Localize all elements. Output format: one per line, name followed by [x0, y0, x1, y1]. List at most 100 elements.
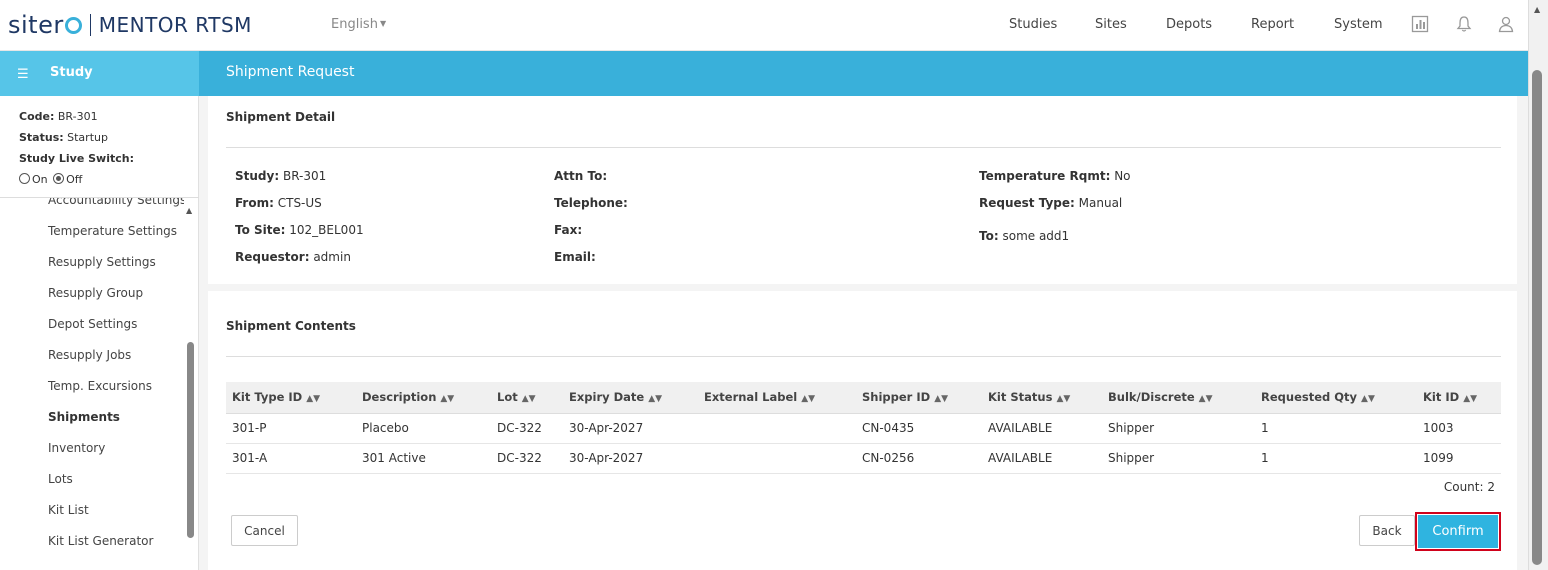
detail-fax: Fax:	[554, 223, 583, 237]
study-info: Code: BR-301 Status: Startup Study Live …	[19, 110, 134, 186]
cancel-button[interactable]: Cancel	[231, 515, 298, 546]
col-shipper-id[interactable]: Shipper ID ▲▼	[856, 382, 982, 414]
detail-attn-to: Attn To:	[554, 169, 608, 183]
sidebar-item-resupply-group[interactable]: Resupply Group	[48, 286, 143, 300]
sort-icon[interactable]: ▲▼	[522, 394, 536, 404]
sort-icon[interactable]: ▲▼	[440, 394, 454, 404]
page-header: Shipment Request	[199, 51, 1528, 96]
logo[interactable]: siter MENTOR RTSM	[8, 10, 252, 40]
col-requested-qty[interactable]: Requested Qty ▲▼	[1255, 382, 1417, 414]
sort-icon[interactable]: ▲▼	[1199, 394, 1213, 404]
shipment-contents-table: Kit Type ID ▲▼ Description ▲▼ Lot ▲▼ Expiry…	[226, 382, 1501, 474]
live-switch-off[interactable]: Off	[53, 173, 82, 186]
cell-bulk-discrete: Shipper	[1102, 413, 1255, 444]
detail-telephone: Telephone:	[554, 196, 628, 210]
sidebar-item-depot-settings[interactable]: Depot Settings	[48, 317, 137, 331]
cell-expiry-date: 30-Apr-2027	[563, 413, 698, 444]
nav-report[interactable]: Report	[1251, 17, 1294, 32]
cell-bulk-discrete: Shipper	[1102, 443, 1255, 474]
logo-mentor: MENTOR RTSM	[98, 13, 252, 37]
back-button[interactable]: Back	[1359, 515, 1415, 546]
nav-sites[interactable]: Sites	[1095, 17, 1127, 32]
sidebar-item-resupply-settings[interactable]: Resupply Settings	[48, 255, 156, 269]
sort-icon[interactable]: ▲▼	[306, 394, 320, 404]
sort-icon[interactable]: ▲▼	[648, 394, 662, 404]
shipment-contents-title: Shipment Contents	[226, 319, 356, 333]
sidebar-item-temp-excursions[interactable]: Temp. Excursions	[48, 379, 152, 393]
cell-kit-id: 1003	[1417, 413, 1501, 444]
sidebar-item-resupply-jobs[interactable]: Resupply Jobs	[48, 348, 131, 362]
detail-study: Study: BR-301	[235, 169, 327, 183]
shipment-detail-card: Shipment Detail Study: BR-301 From: CTS-…	[208, 96, 1517, 284]
nav-depots[interactable]: Depots	[1166, 17, 1212, 32]
study-code: BR-301	[57, 110, 98, 123]
cell-shipper-id: CN-0435	[856, 413, 982, 444]
nav-studies[interactable]: Studies	[1009, 17, 1057, 32]
radio-on[interactable]	[19, 173, 30, 184]
sidebar-menu: Accountability Settings Temperature Sett…	[0, 198, 184, 570]
study-status: Startup	[67, 131, 108, 144]
cell-lot: DC-322	[491, 443, 563, 474]
cell-description: 301 Active	[356, 443, 491, 474]
language-dropdown[interactable]: English ▼	[331, 17, 386, 32]
nav-system[interactable]: System	[1334, 17, 1382, 32]
top-bar: siter MENTOR RTSM English ▼ Studies Sites…	[0, 0, 1528, 51]
cell-shipper-id: CN-0256	[856, 443, 982, 474]
confirm-button[interactable]: Confirm	[1415, 512, 1501, 551]
menu-icon[interactable]: ☰	[17, 67, 29, 82]
detail-from: From: CTS-US	[235, 196, 322, 210]
sort-icon[interactable]: ▲▼	[801, 394, 815, 404]
radio-off[interactable]	[53, 173, 65, 184]
detail-request-type: Request Type: Manual	[979, 196, 1123, 210]
sidebar-item-kit-list-generator[interactable]: Kit List Generator	[48, 534, 153, 548]
sidebar: Code: BR-301 Status: Startup Study Live …	[0, 96, 199, 570]
detail-to: To: some add1	[979, 229, 1070, 243]
col-description[interactable]: Description ▲▼	[356, 382, 491, 414]
table-row: 301-P Placebo DC-322 30-Apr-2027 CN-0435…	[226, 413, 1501, 444]
sort-icon[interactable]: ▲▼	[1361, 394, 1375, 404]
cell-external-label	[698, 413, 856, 444]
col-bulk-discrete[interactable]: Bulk/Discrete ▲▼	[1102, 382, 1255, 414]
table-header-row: Kit Type ID ▲▼ Description ▲▼ Lot ▲▼ Expiry…	[226, 382, 1501, 414]
sidebar-item-inventory[interactable]: Inventory	[48, 441, 105, 455]
sidebar-item-lots[interactable]: Lots	[48, 472, 73, 486]
sidebar-header: ☰ Study	[0, 51, 199, 96]
report-icon[interactable]	[1411, 15, 1429, 33]
cell-kit-type-id: 301-A	[226, 443, 356, 474]
scroll-up-icon[interactable]: ▲	[1534, 5, 1540, 14]
page-scrollbar[interactable]: ▲	[1528, 0, 1548, 570]
col-kit-id[interactable]: Kit ID ▲▼	[1417, 382, 1501, 414]
sort-icon[interactable]: ▲▼	[1463, 394, 1477, 404]
sidebar-scroll-up-icon[interactable]: ▲	[186, 206, 192, 215]
detail-email: Email:	[554, 250, 596, 264]
user-icon[interactable]	[1497, 15, 1515, 33]
col-expiry-date[interactable]: Expiry Date ▲▼	[563, 382, 698, 414]
detail-requestor: Requestor: admin	[235, 250, 351, 264]
col-lot[interactable]: Lot ▲▼	[491, 382, 563, 414]
sidebar-scrollbar[interactable]	[187, 342, 194, 538]
page-title: Shipment Request	[226, 64, 355, 80]
page-scrollbar-thumb[interactable]	[1532, 70, 1542, 565]
sort-icon[interactable]: ▲▼	[934, 394, 948, 404]
shipment-detail-title: Shipment Detail	[226, 110, 336, 124]
live-switch-on[interactable]: On	[19, 173, 48, 186]
cell-lot: DC-322	[491, 413, 563, 444]
cell-requested-qty: 1	[1255, 443, 1417, 474]
col-external-label[interactable]: External Label ▲▼	[698, 382, 856, 414]
logo-sitero: siter	[8, 11, 82, 39]
sidebar-item-kit-list[interactable]: Kit List	[48, 503, 89, 517]
col-kit-status[interactable]: Kit Status ▲▼	[982, 382, 1102, 414]
sort-icon[interactable]: ▲▼	[1056, 394, 1070, 404]
sidebar-item-accountability-settings[interactable]: Accountability Settings	[48, 198, 184, 207]
cell-kit-status: AVAILABLE	[982, 413, 1102, 444]
caret-down-icon: ▼	[379, 19, 387, 28]
sidebar-item-shipments[interactable]: Shipments	[48, 410, 120, 424]
cell-external-label	[698, 443, 856, 474]
detail-to-site: To Site: 102_BEL001	[235, 223, 364, 237]
sidebar-item-temperature-settings[interactable]: Temperature Settings	[48, 224, 177, 238]
cell-expiry-date: 30-Apr-2027	[563, 443, 698, 474]
bell-icon[interactable]	[1455, 15, 1473, 33]
col-kit-type-id[interactable]: Kit Type ID ▲▼	[226, 382, 356, 414]
detail-temperature-rqmt: Temperature Rqmt: No	[979, 169, 1131, 183]
cell-kit-id: 1099	[1417, 443, 1501, 474]
